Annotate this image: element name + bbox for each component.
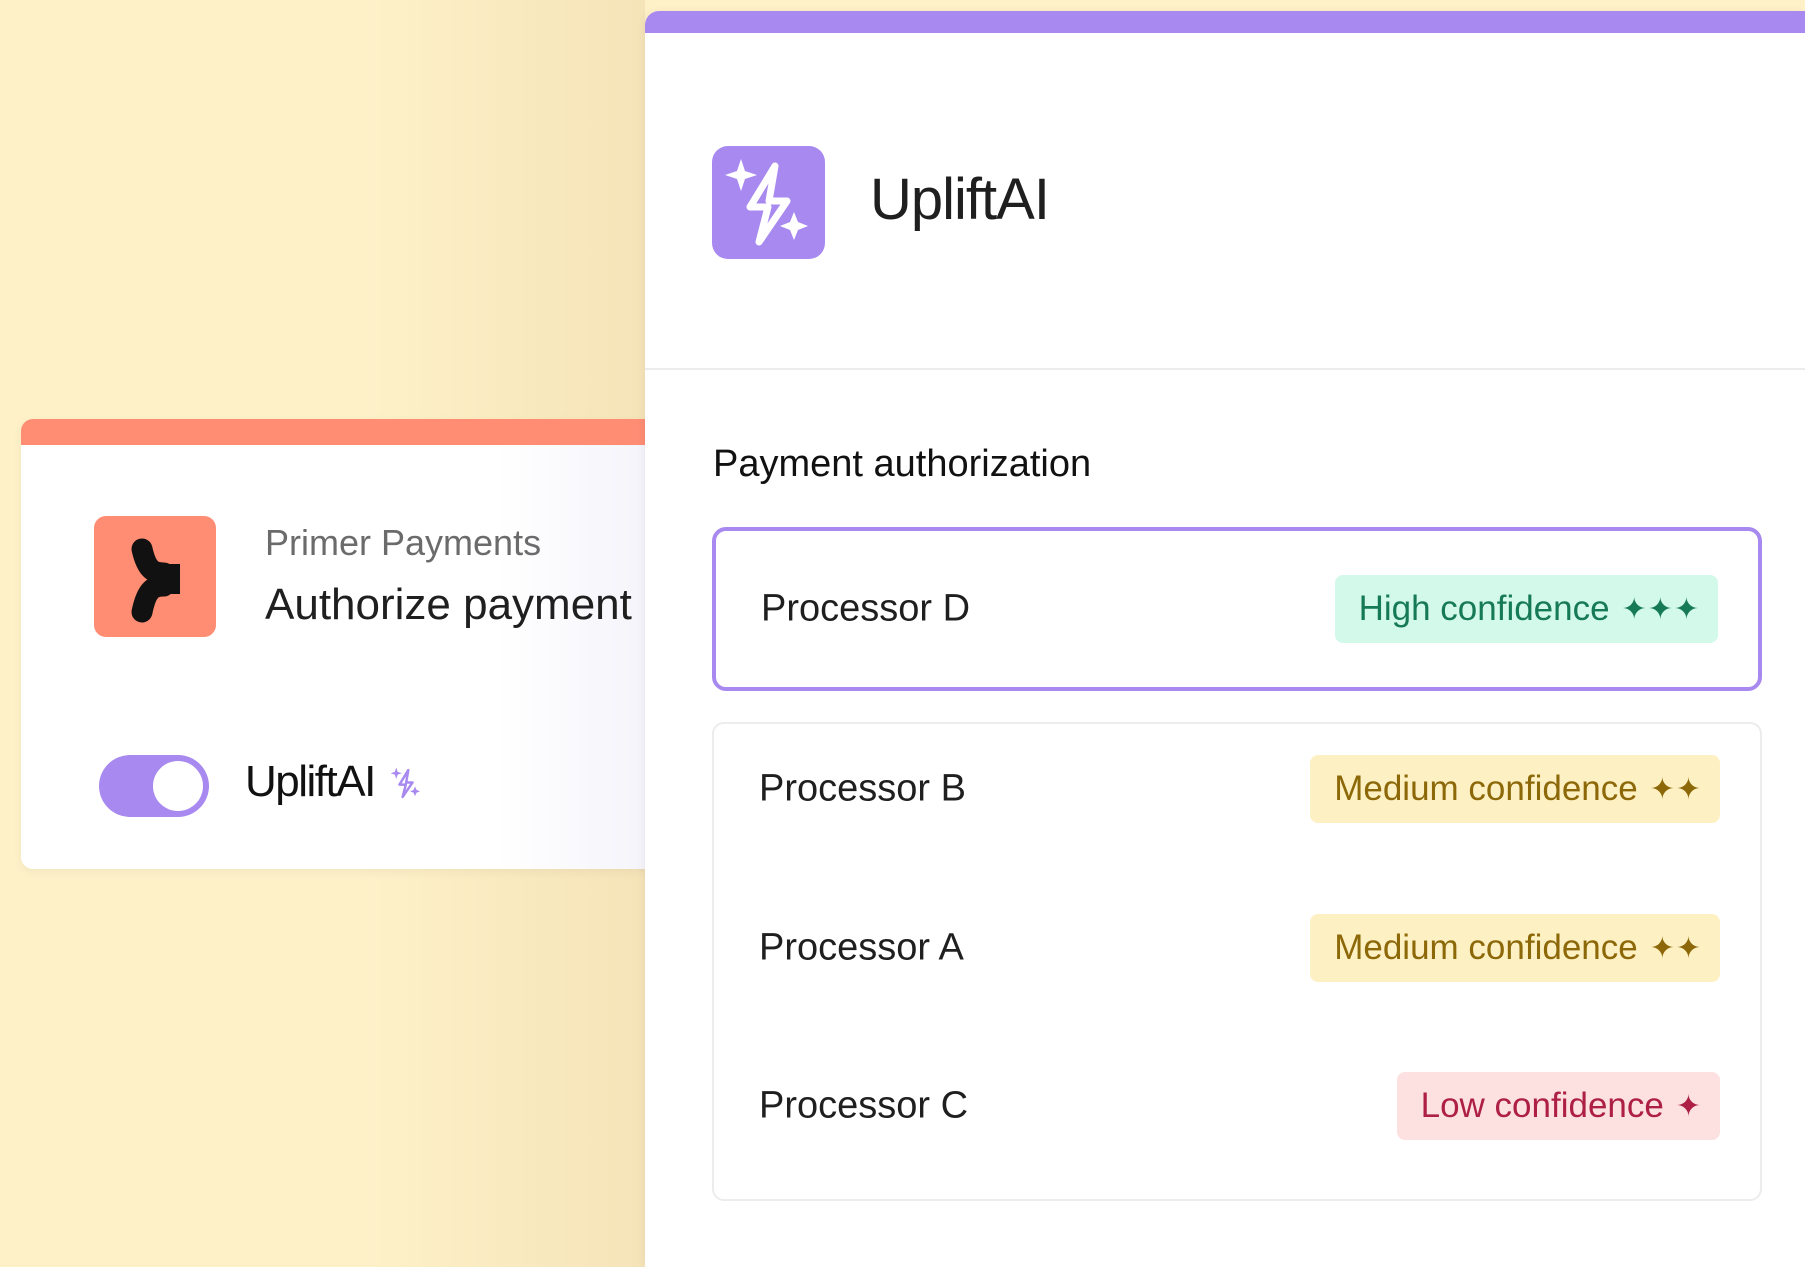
workflow-step-card[interactable]: Primer Payments Authorize payment Uplift… — [21, 419, 701, 869]
upliftai-panel: UpliftAI Payment authorization Processor… — [645, 11, 1805, 1267]
confidence-badge: Medium confidence ✦✦ — [1310, 755, 1720, 823]
sparkle-icon: ✦ — [1675, 1089, 1702, 1123]
sparkle-icon: ✦✦ — [1649, 772, 1702, 806]
confidence-label: Low confidence — [1420, 1086, 1664, 1125]
processor-row[interactable]: Processor A Medium confidence ✦✦ — [714, 908, 1760, 988]
panel-accent-bar — [645, 11, 1805, 33]
processor-list: Processor B Medium confidence ✦✦ Process… — [712, 722, 1762, 1201]
processor-name: Processor B — [759, 767, 966, 810]
processor-name: Processor A — [759, 926, 964, 969]
confidence-label: Medium confidence — [1334, 928, 1638, 967]
processor-row[interactable]: Processor C Low confidence ✦ — [714, 1066, 1760, 1146]
toggle-knob — [153, 761, 203, 811]
upliftai-toggle[interactable] — [99, 755, 209, 817]
primer-logo-icon — [94, 516, 216, 637]
processor-row[interactable]: Processor B Medium confidence ✦✦ — [714, 749, 1760, 829]
integration-name: Primer Payments — [265, 522, 542, 563]
sparkle-bolt-icon — [712, 146, 825, 259]
processor-row[interactable]: Processor D High confidence ✦✦✦ — [716, 569, 1758, 649]
action-title: Authorize payment — [265, 580, 632, 629]
section-title: Payment authorization — [713, 443, 1092, 485]
confidence-badge: Medium confidence ✦✦ — [1310, 914, 1720, 982]
confidence-badge: High confidence ✦✦✦ — [1334, 575, 1718, 643]
sparkle-bolt-icon — [386, 763, 426, 808]
sparkle-icon: ✦✦✦ — [1621, 592, 1700, 626]
confidence-badge: Low confidence ✦ — [1396, 1072, 1720, 1140]
confidence-label: Medium confidence — [1334, 769, 1638, 808]
processor-name: Processor D — [761, 587, 971, 630]
card-accent-bar — [21, 419, 701, 445]
sparkle-icon: ✦✦ — [1649, 931, 1702, 965]
upliftai-brand-label: UpliftAI — [245, 757, 376, 806]
selected-processor-card[interactable]: Processor D High confidence ✦✦✦ — [712, 527, 1762, 691]
panel-title: UpliftAI — [870, 167, 1050, 232]
divider — [645, 368, 1805, 370]
processor-name: Processor C — [759, 1084, 969, 1127]
confidence-label: High confidence — [1358, 589, 1610, 628]
